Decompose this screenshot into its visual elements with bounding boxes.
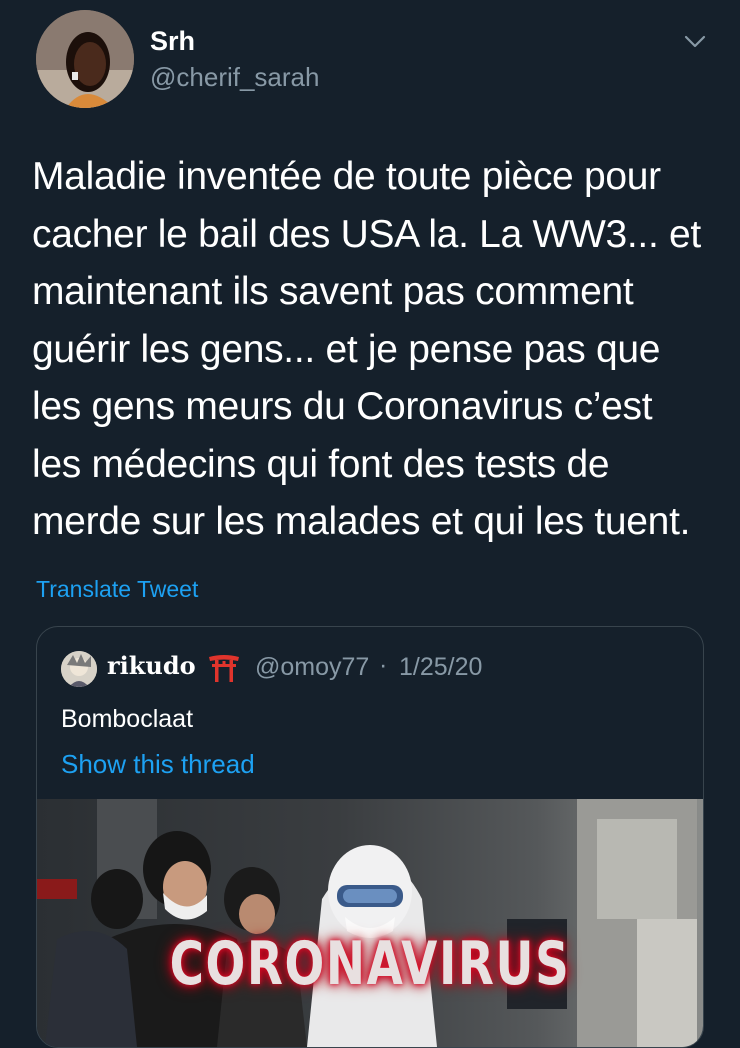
tweet-text-line: Maladie inventée de toute pièce pour: [32, 155, 661, 198]
torii-gate-icon: [207, 653, 241, 683]
show-thread-link[interactable]: Show this thread: [61, 749, 255, 780]
image-caption-text: CORONAVIRUS: [169, 929, 571, 999]
quoted-text: Bomboclaat: [61, 705, 194, 733]
tweet-text: Maladie inventée de toute pièce pour cac…: [32, 148, 722, 551]
translate-tweet-link[interactable]: Translate Tweet: [36, 576, 198, 603]
tweet-text-line: les médecins qui font des tests de: [32, 442, 610, 486]
quoted-date[interactable]: 1/25/20: [399, 653, 482, 682]
quoted-display-name[interactable]: rikudo: [107, 651, 196, 680]
quoted-handle[interactable]: @omoy77: [255, 653, 369, 682]
tweet-text-line: les gens meurs du Coronavirus c’est: [32, 385, 653, 428]
author-avatar[interactable]: [36, 10, 134, 108]
quoted-media-image[interactable]: CORONAVIRUS: [37, 799, 703, 1047]
separator-dot: ·: [379, 651, 388, 679]
quoted-author-avatar[interactable]: [61, 651, 97, 687]
tweet-text-line: merde sur les malades et qui les tuent.: [32, 500, 691, 543]
tweet-text-line: cacher le bail des USA la. La WW3... et: [32, 212, 701, 256]
chevron-down-icon[interactable]: [680, 28, 710, 54]
author-handle[interactable]: @cherif_sarah: [150, 62, 319, 93]
quoted-tweet-card[interactable]: rikudo @omoy77 · 1/25/20 Bomboclaat Show…: [36, 626, 704, 1048]
tweet-text-line: guérir les gens... et je pense pas que: [32, 327, 661, 371]
author-display-name[interactable]: Srh: [150, 26, 195, 57]
tweet-text-line: maintenant ils savent pas comment: [32, 270, 634, 313]
